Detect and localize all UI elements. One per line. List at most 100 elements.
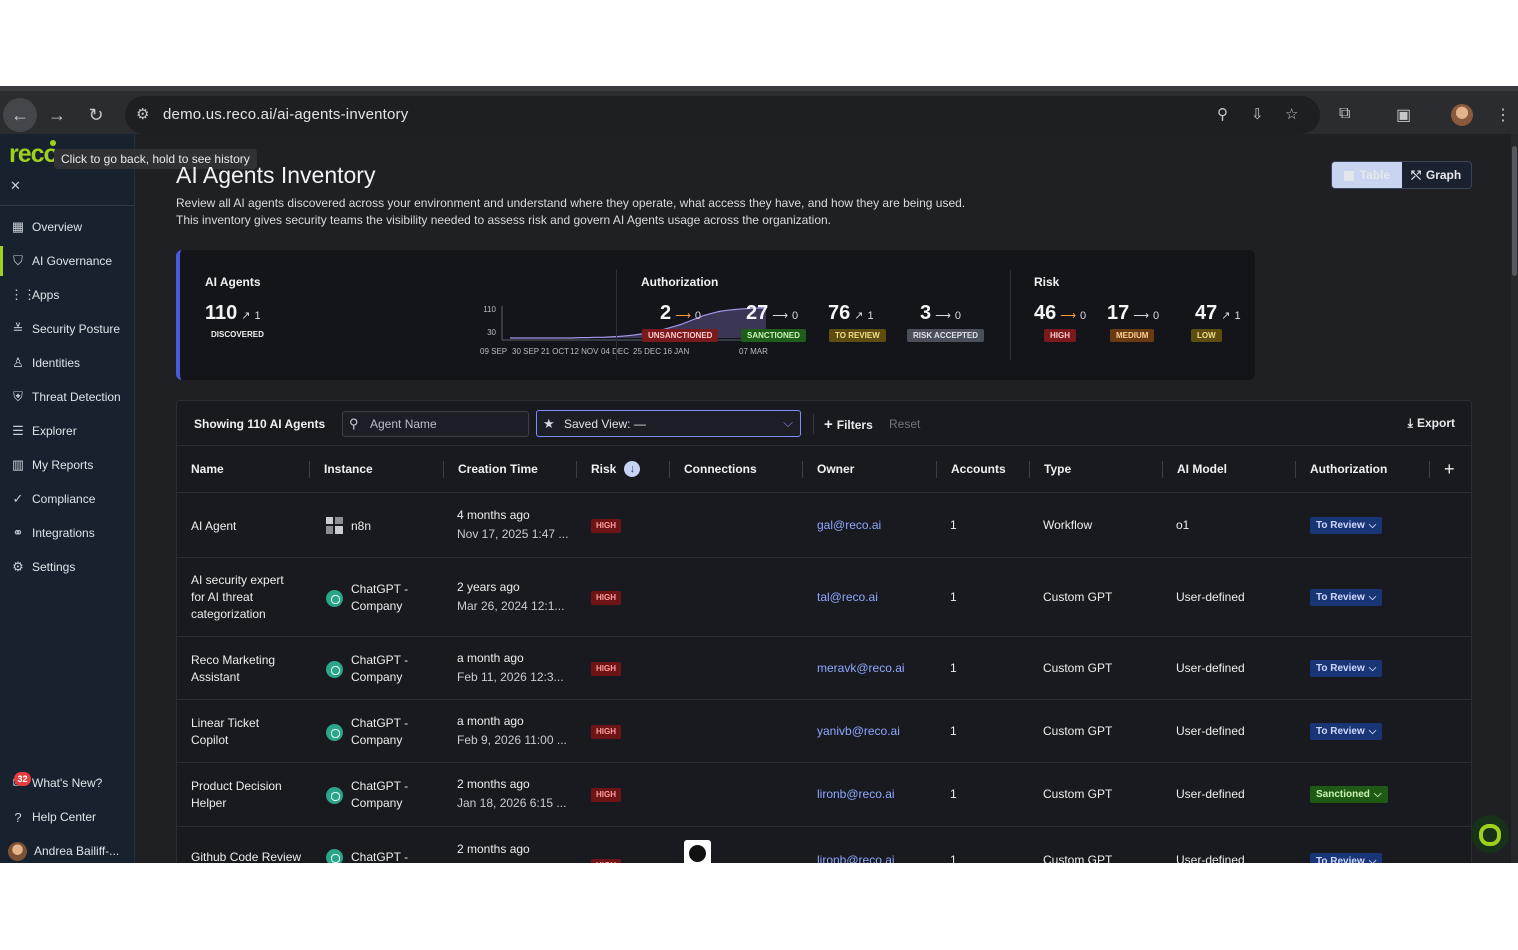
owner-link[interactable]: yanivb@reco.ai [817, 723, 900, 740]
agent-name[interactable]: Assistant [191, 669, 240, 686]
agent-name[interactable]: AI Agent [191, 518, 236, 535]
stat-risk-accepted-value: 3 ⟶ 0 [920, 302, 961, 325]
export-button[interactable]: ⤓ Export [1408, 416, 1455, 431]
sparkline-area [510, 308, 766, 338]
high-risk-pill[interactable]: HIGH [1044, 329, 1076, 342]
agent-name[interactable]: categorization [191, 606, 266, 623]
owner-link[interactable]: meravk@reco.ai [817, 660, 905, 677]
address-bar[interactable]: ⚙ demo.us.reco.ai/ai-agents-inventory ⚲ … [125, 96, 1320, 134]
agent-name-search-input[interactable] [370, 415, 520, 433]
sidebar-item-my-reports[interactable]: ▥ My Reports [0, 450, 135, 480]
graph-view-button[interactable]: ⤲ Graph [1402, 162, 1472, 188]
authorization-label: Sanctioned [1316, 789, 1370, 800]
authorization-dropdown[interactable]: Sanctioned ⌵ [1310, 786, 1388, 803]
sort-descending-icon[interactable]: ↓ [624, 461, 641, 477]
authorization-dropdown[interactable]: To Review ⌵ [1310, 853, 1383, 863]
table-row[interactable]: Product Decision Helper ChatGPT - Company 2 … [177, 763, 1471, 827]
column-header-owner[interactable]: Owner [803, 446, 937, 493]
sidebar-item-integrations[interactable]: ⚭ Integrations [0, 518, 135, 548]
collapse-sidebar-icon[interactable]: ✕ [10, 178, 21, 194]
stat-heading-agents: AI Agents [205, 275, 261, 289]
column-header-connections[interactable]: Connections [670, 446, 803, 493]
browser-back-button[interactable]: ← [3, 98, 37, 132]
column-header-name[interactable]: Name [177, 446, 310, 493]
column-label: Creation Time [458, 462, 538, 476]
zoom-icon[interactable]: ⚲ [1217, 105, 1228, 123]
table-row[interactable]: Reco Marketing Assistant ChatGPT - Company a… [177, 637, 1471, 700]
column-header-creation-time[interactable]: Creation Time [444, 446, 577, 493]
browser-reload-button[interactable]: ↻ [79, 98, 113, 132]
owner-link[interactable]: gal@reco.ai [817, 517, 881, 534]
sidebar-item-label: Settings [32, 560, 76, 574]
agent-name[interactable]: Github Code Review [191, 849, 301, 864]
sidebar-item-identities[interactable]: ♙ Identities [0, 348, 135, 378]
authorization-dropdown[interactable]: To Review ⌵ [1310, 588, 1383, 606]
column-header-risk[interactable]: Risk ↓ [577, 446, 670, 493]
agent-name[interactable]: Product Decision [191, 778, 282, 795]
github-icon[interactable] [684, 840, 711, 863]
agent-name[interactable]: Linear Ticket [191, 715, 259, 732]
browser-forward-button[interactable]: → [40, 98, 74, 132]
url-text[interactable]: demo.us.reco.ai/ai-agents-inventory [163, 106, 408, 123]
search-box[interactable]: ⚲ [342, 411, 529, 437]
page-title: AI Agents Inventory [176, 162, 376, 188]
install-app-icon[interactable]: ⇩ [1251, 105, 1264, 123]
sidebar-item-ai-governance[interactable]: ⛉ AI Governance [0, 246, 135, 276]
owner-link[interactable]: tal@reco.ai [817, 589, 878, 606]
browser-profile-avatar[interactable] [1451, 104, 1473, 126]
agent-name[interactable]: Copilot [191, 732, 228, 749]
table-view-button[interactable]: ▦ Table [1332, 162, 1402, 188]
sidebar-item-apps[interactable]: ⋮⋮ Apps [0, 280, 135, 310]
owner-link[interactable]: lironb@reco.ai [817, 786, 895, 803]
column-header-ai-model[interactable]: AI Model [1163, 446, 1296, 493]
low-risk-pill[interactable]: LOW [1191, 329, 1222, 342]
export-label: Export [1416, 416, 1455, 430]
sidebar-item-explorer[interactable]: ☰ Explorer [0, 416, 135, 446]
column-header-type[interactable]: Type [1030, 446, 1163, 493]
authorization-dropdown[interactable]: To Review ⌵ [1310, 517, 1383, 534]
bookmark-star-icon[interactable]: ☆ [1285, 105, 1298, 123]
reco-assistant-button[interactable] [1471, 815, 1509, 853]
browser-menu-icon[interactable]: ⋮ [1495, 105, 1511, 125]
ai-model: User-defined [1176, 787, 1245, 801]
agent-name[interactable]: for AI threat [191, 589, 253, 606]
column-header-accounts[interactable]: Accounts [937, 446, 1030, 493]
authorization-dropdown[interactable]: To Review ⌵ [1310, 659, 1383, 677]
stat-trend: 0 [1153, 310, 1160, 322]
table-row[interactable]: Github Code Review ChatGPT - 2 months ago H… [177, 827, 1471, 864]
creation-time-absolute: Nov 17, 2025 1:47 ... [457, 527, 569, 541]
to-review-pill[interactable]: TO REVIEW [829, 329, 886, 342]
medium-risk-pill[interactable]: MEDIUM [1110, 329, 1155, 342]
sidebar-item-settings[interactable]: ⚙ Settings [0, 552, 135, 582]
column-header-authorization[interactable]: Authorization [1296, 446, 1430, 493]
agent-type: Custom GPT [1043, 723, 1113, 738]
reset-button[interactable]: Reset [889, 417, 920, 431]
agent-name[interactable]: Reco Marketing [191, 652, 275, 669]
extensions-icon[interactable]: ⧉ [1339, 105, 1350, 123]
sidebar-item-compliance[interactable]: ✓ Compliance [0, 484, 135, 514]
search-icon: ⚲ [349, 416, 359, 431]
sidebar-item-help-center[interactable]: ? Help Center [0, 802, 135, 832]
add-column-button[interactable]: + [1430, 446, 1471, 493]
risk-accepted-pill[interactable]: RISK ACCEPTED [907, 329, 985, 342]
authorization-dropdown[interactable]: To Review ⌵ [1310, 722, 1383, 740]
agent-name[interactable]: Helper [191, 795, 226, 812]
site-info-icon[interactable]: ⚙ [136, 105, 149, 123]
table-row[interactable]: Linear Ticket Copilot ChatGPT - Company a mo… [177, 700, 1471, 763]
agent-name[interactable]: AI security expert [191, 572, 284, 589]
scrollbar-thumb[interactable] [1512, 146, 1517, 276]
table-row[interactable]: AI security expert for AI threat categoriz… [177, 558, 1471, 637]
sidebar-item-overview[interactable]: ▦ Overview [0, 212, 135, 242]
owner-link[interactable]: lironb@reco.ai [817, 852, 895, 863]
sidebar-item-threat-detection[interactable]: ⛨ Threat Detection [0, 382, 135, 412]
tab-search-icon[interactable]: ▣ [1396, 105, 1411, 125]
sidebar-item-label: Explorer [32, 424, 77, 438]
user-avatar[interactable] [8, 842, 27, 861]
sidebar-item-security-posture[interactable]: ≚ Security Posture [0, 314, 135, 344]
sanctioned-pill[interactable]: SANCTIONED [741, 329, 806, 342]
filters-button[interactable]: + Filters [824, 416, 873, 433]
column-header-instance[interactable]: Instance [310, 446, 444, 493]
saved-view-select[interactable]: ★ Saved View: — ⌵ [536, 410, 801, 437]
table-row[interactable]: AI Agent n8n 4 months ago Nov 17, 2025 1:47… [177, 494, 1471, 558]
unsanctioned-pill[interactable]: UNSANCTIONED [642, 329, 719, 342]
